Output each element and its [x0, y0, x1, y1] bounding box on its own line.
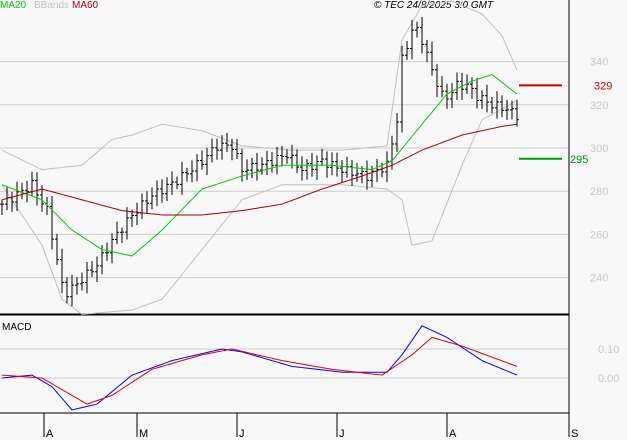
level-label: 329 [594, 80, 612, 92]
level-label: 295 [570, 154, 588, 166]
x-tick-label: J [239, 428, 245, 440]
price-tick-label: 340 [590, 57, 608, 69]
price-tick-label: 320 [590, 100, 608, 112]
chart-svg: 340 320 300 280 260 240 0.10 0.00 A M J J A S 329 295 [0, 0, 619, 440]
x-tick-label: J [339, 428, 345, 440]
x-tick-label: A [46, 428, 54, 440]
ma60-line [1, 123, 518, 216]
x-tick-label: M [139, 428, 148, 440]
macd-tick-label: 0.00 [598, 373, 619, 385]
macd-signal-line [1, 336, 518, 405]
x-tick-label: S [571, 428, 578, 440]
macd-line [1, 325, 518, 411]
price-tick-label: 240 [590, 273, 608, 285]
x-tick-label: A [449, 428, 457, 440]
price-tick-label: 260 [590, 229, 608, 241]
price-tick-label: 280 [590, 186, 608, 198]
price-tick-label: 300 [590, 143, 608, 155]
bband-upper [1, 0, 518, 171]
chart-root: MA20 BBands MA60 © TEC 24/8/2025 3:0 GMT… [0, 0, 627, 440]
macd-tick-label: 0.10 [598, 344, 619, 356]
